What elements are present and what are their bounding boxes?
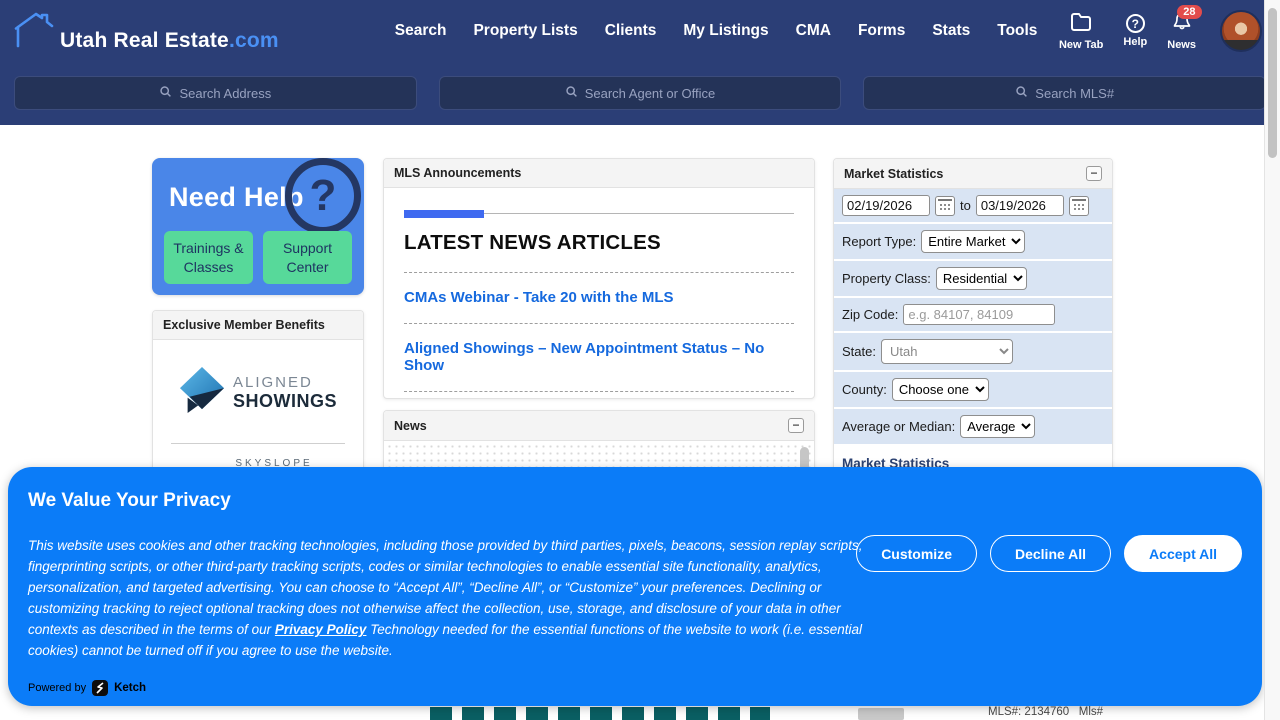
nav-cma[interactable]: CMA (796, 22, 831, 40)
privacy-policy-link[interactable]: Privacy Policy (275, 622, 367, 637)
ketch-icon (92, 680, 108, 696)
search-mls-input[interactable]: Search MLS# (863, 76, 1266, 110)
search-icon (565, 85, 578, 101)
aligned-logo-line2: SHOWINGS (233, 391, 337, 412)
date-from-input[interactable] (842, 195, 930, 216)
date-range-row: to (834, 189, 1112, 224)
question-mark-icon (285, 158, 361, 234)
average-median-label: Average or Median: (842, 419, 955, 434)
cookie-consent-banner: We Value Your Privacy This website uses … (8, 467, 1262, 706)
report-type-label: Report Type: (842, 234, 916, 249)
site-logo[interactable]: Utah Real Estate.com (14, 10, 279, 53)
page-scrollbar[interactable] (1264, 0, 1280, 720)
report-type-row: Report Type: Entire Market (834, 224, 1112, 261)
mls-announcements-panel: MLS Announcements LATEST NEWS ARTICLES C… (383, 158, 815, 399)
date-to-input[interactable] (976, 195, 1064, 216)
zip-code-input[interactable] (903, 304, 1055, 325)
divider (404, 213, 794, 214)
zip-code-row: Zip Code: (834, 298, 1112, 333)
divider (171, 443, 346, 444)
page: Utah Real Estate.com Search Property Lis… (0, 0, 1280, 720)
market-statistics-title: Market Statistics (844, 167, 943, 181)
trainings-classes-button[interactable]: Trainings & Classes (164, 231, 253, 284)
house-icon (14, 10, 54, 53)
news-count-badge: 28 (1177, 5, 1201, 19)
news-button[interactable]: 28 News (1167, 11, 1196, 51)
dashed-divider (404, 272, 794, 273)
nav-search[interactable]: Search (395, 22, 447, 40)
average-median-select[interactable]: Average (960, 415, 1035, 438)
nav-clients[interactable]: Clients (605, 22, 657, 40)
powered-by-label: Powered by (28, 682, 86, 694)
ketch-label: Ketch (114, 682, 146, 694)
dashed-divider (404, 323, 794, 324)
state-label: State: (842, 344, 876, 359)
decline-all-button[interactable]: Decline All (990, 535, 1111, 572)
clipped-mls-text: MLS#: 2134760 Mls# (988, 706, 1103, 718)
state-select[interactable]: Utah (881, 339, 1013, 364)
help-icon (1126, 14, 1145, 33)
need-help-card: Need Help Trainings & Classes Support Ce… (152, 158, 364, 295)
aligned-showings-icon (179, 366, 225, 419)
state-row: State: Utah (834, 333, 1112, 372)
report-type-select[interactable]: Entire Market (921, 230, 1025, 253)
clipped-headline (430, 707, 770, 720)
county-label: County: (842, 382, 887, 397)
accent-bar (404, 210, 484, 218)
nav-property-lists[interactable]: Property Lists (473, 22, 577, 40)
scrollbar-thumb[interactable] (1268, 8, 1277, 158)
aligned-logo-line1: ALIGNED (233, 374, 337, 391)
calendar-icon[interactable] (935, 196, 955, 216)
top-navigation-bar: Utah Real Estate.com Search Property Lis… (0, 0, 1280, 125)
customize-button[interactable]: Customize (856, 535, 977, 572)
property-class-label: Property Class: (842, 271, 931, 286)
county-row: County: Choose one (834, 372, 1112, 409)
new-tab-button[interactable]: New Tab (1059, 12, 1103, 51)
to-label: to (960, 198, 971, 213)
search-icon (1015, 85, 1028, 101)
privacy-banner-title: We Value Your Privacy (28, 490, 231, 512)
new-tab-icon (1070, 12, 1092, 36)
news-title: News (394, 419, 427, 433)
nav-forms[interactable]: Forms (858, 22, 905, 40)
help-button[interactable]: Help (1123, 14, 1147, 48)
nav-tools[interactable]: Tools (997, 22, 1037, 40)
mls-announcements-title: MLS Announcements (394, 166, 521, 180)
county-select[interactable]: Choose one (892, 378, 989, 401)
need-help-title: Need Help (169, 182, 304, 213)
nav-stats[interactable]: Stats (932, 22, 970, 40)
logo-text: Utah Real Estate.com (60, 29, 279, 53)
accept-all-button[interactable]: Accept All (1124, 535, 1242, 572)
minimize-icon[interactable] (788, 418, 804, 433)
news-article-link[interactable]: CMAs Webinar - Take 20 with the MLS (404, 289, 794, 306)
average-median-row: Average or Median: Average (834, 409, 1112, 446)
clipped-scrollbar (858, 708, 904, 720)
privacy-banner-text: This website uses cookies and other trac… (28, 535, 880, 661)
calendar-icon[interactable] (1069, 196, 1089, 216)
zip-code-label: Zip Code: (842, 307, 898, 322)
search-agent-office-input[interactable]: Search Agent or Office (439, 76, 842, 110)
dashed-divider (404, 391, 794, 392)
nav-my-listings[interactable]: My Listings (683, 22, 768, 40)
search-address-input[interactable]: Search Address (14, 76, 417, 110)
user-avatar[interactable] (1220, 10, 1262, 52)
search-icon (159, 85, 172, 101)
latest-news-heading: LATEST NEWS ARTICLES (404, 231, 794, 255)
news-article-link[interactable]: Aligned Showings – New Appointment Statu… (404, 340, 794, 374)
member-benefits-title: Exclusive Member Benefits (163, 318, 325, 332)
support-center-button[interactable]: Support Center (263, 231, 352, 284)
minimize-icon[interactable] (1086, 166, 1102, 181)
main-nav: Search Property Lists Clients My Listing… (395, 22, 1038, 40)
property-class-row: Property Class: Residential (834, 261, 1112, 298)
property-class-select[interactable]: Residential (936, 267, 1027, 290)
aligned-showings-logo[interactable]: ALIGNED SHOWINGS (179, 366, 337, 419)
